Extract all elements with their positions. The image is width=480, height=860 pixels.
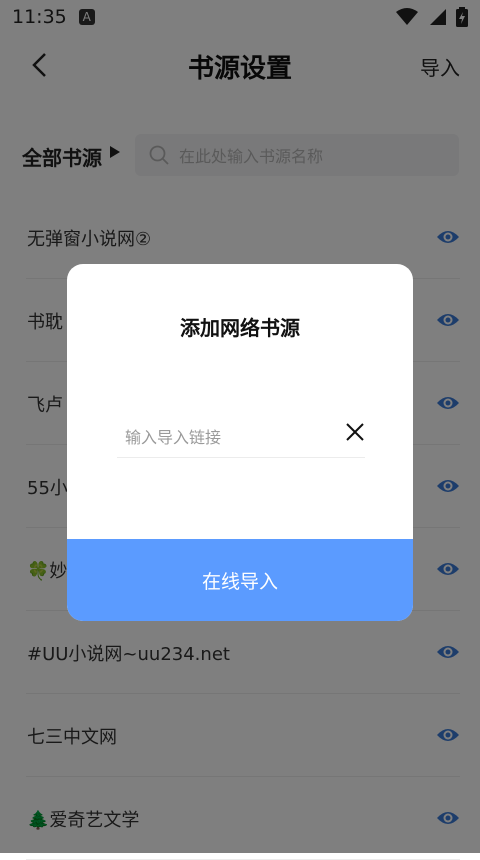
clear-button[interactable] bbox=[343, 420, 367, 444]
import-url-input[interactable] bbox=[117, 418, 365, 458]
online-import-button[interactable]: 在线导入 bbox=[67, 539, 413, 621]
dialog-title: 添加网络书源 bbox=[180, 316, 300, 340]
add-source-dialog: 添加网络书源 在线导入 bbox=[67, 264, 413, 621]
close-icon bbox=[346, 423, 364, 441]
